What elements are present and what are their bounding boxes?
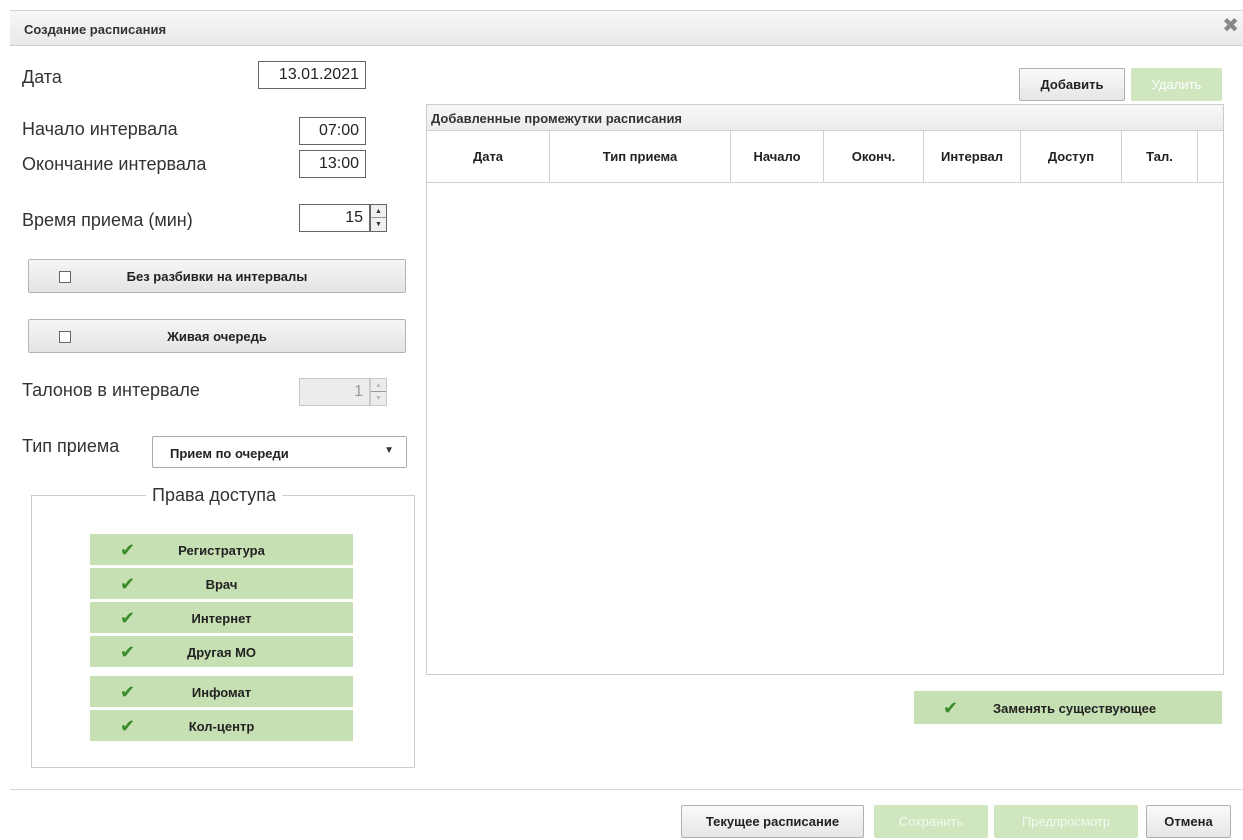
- stepper-down-icon[interactable]: ▼: [371, 218, 386, 231]
- current-schedule-button[interactable]: Текущее расписание: [681, 805, 864, 838]
- reception-type-value: Прием по очереди: [170, 446, 289, 461]
- cancel-button[interactable]: Отмена: [1146, 805, 1231, 838]
- reception-type-select[interactable]: Прием по очереди ▼: [152, 436, 407, 468]
- column-header-interval[interactable]: Интервал: [924, 131, 1021, 182]
- delete-button: Удалить: [1131, 68, 1222, 101]
- checkmark-icon: ✔: [943, 698, 959, 718]
- stepper-up-icon: ▲: [371, 379, 386, 392]
- column-header-end[interactable]: Оконч.: [824, 131, 924, 182]
- access-item-label: Инфомат: [191, 685, 252, 700]
- access-item-registry[interactable]: ✔ Регистратура: [89, 533, 354, 566]
- access-item-label: Регистратура: [178, 543, 265, 558]
- live-queue-label: Живая очередь: [167, 329, 267, 344]
- dialog-title: Создание расписания: [24, 22, 167, 37]
- access-item-label: Врач: [205, 577, 238, 592]
- access-item-call-center[interactable]: ✔ Кол-центр: [89, 709, 354, 742]
- live-queue-toggle[interactable]: Живая очередь: [28, 319, 406, 353]
- access-rights-legend: Права доступа: [152, 485, 277, 505]
- add-button[interactable]: Добавить: [1019, 68, 1125, 101]
- access-item-label: Кол-центр: [188, 719, 255, 734]
- stepper-down-icon: ▼: [375, 395, 382, 402]
- tickets-stepper: ▲ ▼: [370, 378, 387, 406]
- date-label: Дата: [22, 67, 62, 87]
- duration-stepper[interactable]: ▲ ▼: [370, 204, 387, 232]
- duration-field[interactable]: 15: [299, 204, 370, 232]
- access-item-internet[interactable]: ✔ Интернет: [89, 601, 354, 634]
- stepper-up-icon[interactable]: ▲: [371, 205, 386, 218]
- start-label: Начало интервала: [22, 119, 178, 139]
- replace-existing-label: Заменять существующее: [993, 701, 1157, 716]
- schedule-intervals-grid: Добавленные промежутки расписания Дата Т…: [426, 104, 1224, 675]
- start-time-field[interactable]: 07:00: [299, 117, 366, 145]
- chevron-down-icon: ▼: [384, 445, 394, 456]
- dialog-titlebar: Создание расписания ✖: [10, 10, 1243, 46]
- access-item-other-mo[interactable]: ✔ Другая МО: [89, 635, 354, 668]
- end-time-field[interactable]: 13:00: [299, 150, 366, 178]
- preview-button: Предпросмотр: [994, 805, 1138, 838]
- column-header-access[interactable]: Доступ: [1021, 131, 1122, 182]
- save-button: Сохранить: [874, 805, 988, 838]
- close-icon[interactable]: ✖: [1222, 16, 1239, 36]
- access-item-label: Интернет: [191, 611, 252, 626]
- column-header-date[interactable]: Дата: [427, 131, 550, 182]
- replace-existing-toggle[interactable]: ✔ Заменять существующее: [914, 691, 1222, 724]
- no-intervals-toggle[interactable]: Без разбивки на интервалы: [28, 259, 406, 293]
- footer-divider: [10, 789, 1243, 790]
- column-header-start[interactable]: Начало: [731, 131, 824, 182]
- end-label: Окончание интервала: [22, 154, 207, 174]
- grid-title: Добавленные промежутки расписания: [431, 111, 683, 126]
- duration-label: Время приема (мин): [22, 210, 193, 230]
- grid-title-bar: Добавленные промежутки расписания: [427, 105, 1223, 131]
- date-field[interactable]: 13.01.2021: [258, 61, 366, 89]
- no-intervals-label: Без разбивки на интервалы: [126, 269, 308, 284]
- column-header-tickets[interactable]: Тал.: [1122, 131, 1198, 182]
- access-item-label: Другая МО: [186, 645, 257, 660]
- access-item-infomat[interactable]: ✔ Инфомат: [89, 675, 354, 708]
- tickets-field: 1: [299, 378, 370, 406]
- type-label: Тип приема: [22, 436, 120, 456]
- grid-header: Дата Тип приема Начало Оконч. Интервал Д…: [427, 131, 1223, 183]
- column-header-type[interactable]: Тип приема: [550, 131, 731, 182]
- access-item-doctor[interactable]: ✔ Врач: [89, 567, 354, 600]
- tickets-label: Талонов в интервале: [22, 380, 200, 400]
